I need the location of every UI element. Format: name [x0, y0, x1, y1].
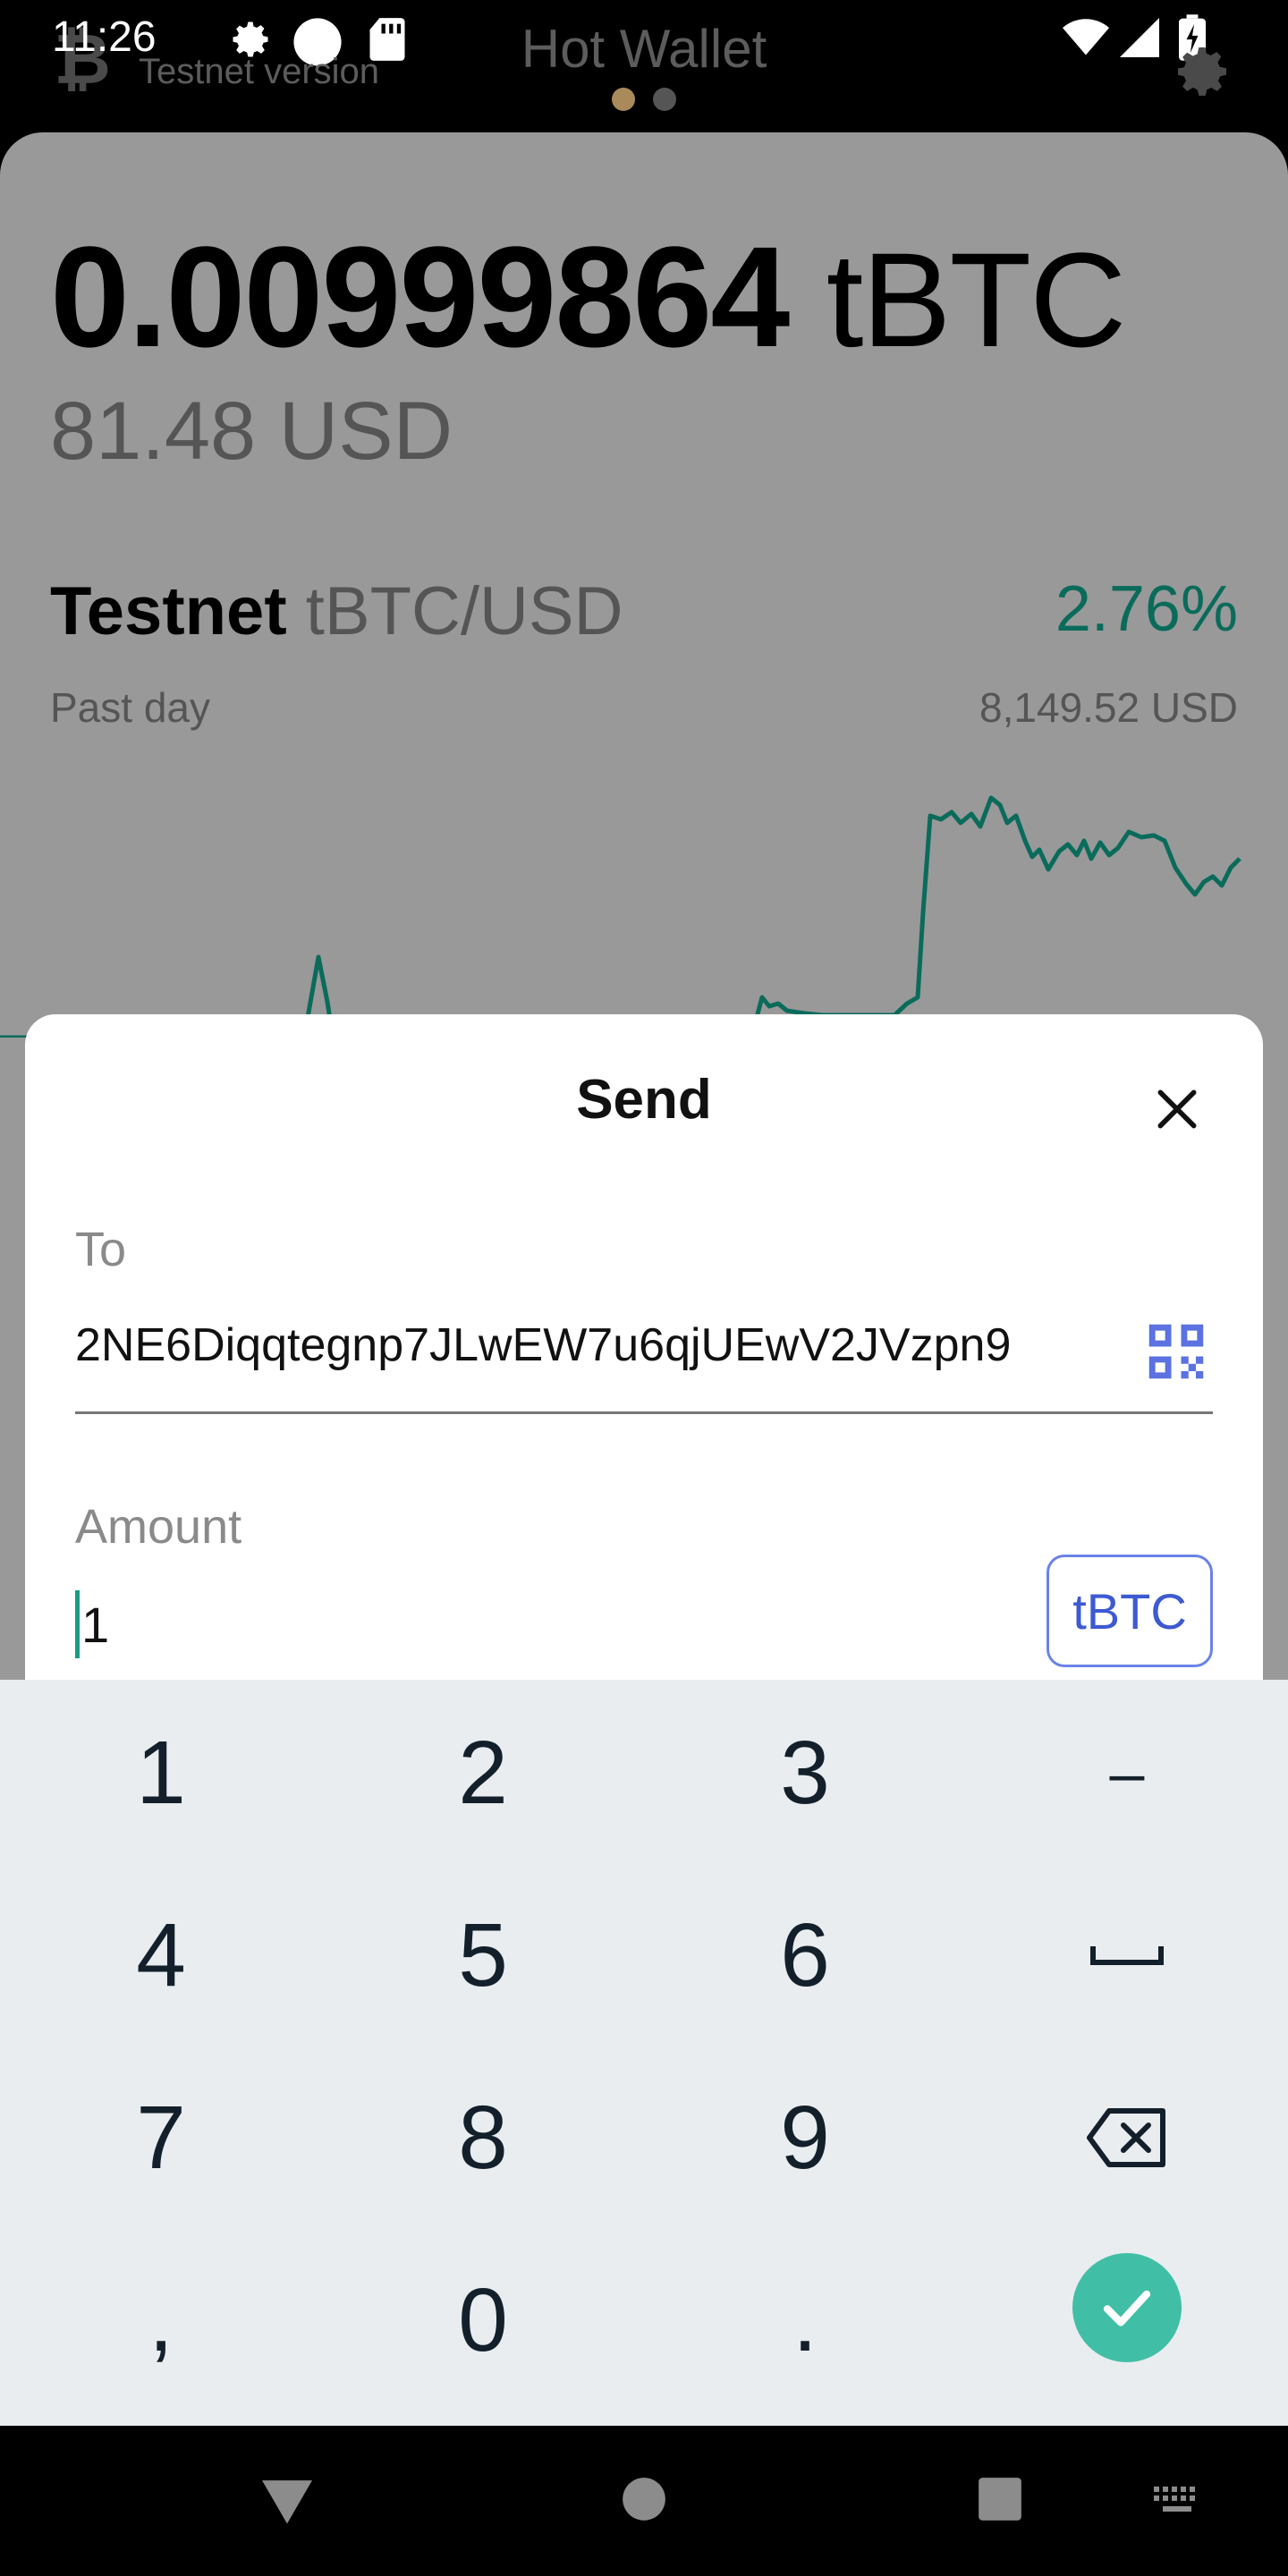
price-change: 2.76% [1055, 573, 1238, 645]
key-period[interactable]: . [644, 2229, 966, 2411]
qr-code-icon[interactable] [1147, 1322, 1206, 1381]
numeric-keyboard: 1 2 3 – 4 5 6 7 8 9 , 0 . [0, 1680, 1288, 2426]
status-bar: ₿ 11:26 Testnet version Hot Wallet [0, 0, 1288, 134]
key-8[interactable]: 8 [322, 2046, 644, 2229]
balance-amount: 0.00999864 [50, 216, 790, 377]
page-dot-active [612, 88, 635, 111]
key-space[interactable] [966, 1864, 1288, 2046]
chart-period: Past day [50, 684, 210, 731]
key-backspace[interactable] [966, 2046, 1288, 2229]
navigation-bar [0, 2426, 1288, 2576]
key-5[interactable]: 5 [322, 1864, 644, 2046]
check-icon [1103, 2290, 1151, 2326]
amount-input[interactable]: 1 [75, 1590, 109, 1658]
backspace-icon [1087, 2108, 1165, 2167]
space-icon [1090, 1946, 1164, 1965]
key-minus[interactable]: – [966, 1682, 1288, 1864]
page-indicator [612, 88, 676, 111]
back-icon[interactable] [259, 2476, 315, 2526]
to-underline [75, 1411, 1213, 1414]
text-caret [75, 1590, 80, 1658]
to-address-input[interactable]: 2NE6Diqqtegnp7JLwEW7u6qjUEwV2JVzpn9 [75, 1318, 1011, 1372]
key-6[interactable]: 6 [644, 1864, 966, 2046]
enter-circle [1072, 2253, 1182, 2362]
balance-unit: tBTC [826, 225, 1127, 375]
current-price: 8,149.52 USD [979, 684, 1238, 731]
key-9[interactable]: 9 [644, 2046, 966, 2229]
home-icon[interactable] [621, 2476, 667, 2522]
to-label: To [75, 1223, 127, 1276]
sheet-title: Send [576, 1069, 712, 1131]
close-icon[interactable] [1152, 1084, 1202, 1134]
page-dot [653, 88, 676, 111]
wifi-icon [1063, 19, 1109, 55]
price-pair: Testnet tBTC/USD [50, 572, 623, 650]
key-comma[interactable]: , [0, 2229, 322, 2411]
balance: 0.00999864 tBTC [50, 215, 1127, 379]
amount-value: 1 [81, 1596, 110, 1653]
key-1[interactable]: 1 [0, 1682, 322, 1864]
currency-unit-button[interactable]: tBTC [1046, 1555, 1213, 1667]
price-chart [0, 795, 1241, 1038]
key-enter[interactable] [966, 2216, 1288, 2399]
pair-name: tBTC/USD [305, 573, 623, 649]
key-0[interactable]: 0 [322, 2229, 644, 2411]
key-3[interactable]: 3 [644, 1682, 966, 1864]
balance-fiat: 81.48 USD [50, 386, 453, 477]
key-4[interactable]: 4 [0, 1864, 322, 2046]
amount-label: Amount [75, 1500, 242, 1554]
keyboard-icon[interactable] [1152, 2485, 1202, 2517]
network-name: Testnet [50, 573, 287, 649]
signal-icon [1120, 18, 1159, 57]
key-2[interactable]: 2 [322, 1682, 644, 1864]
key-7[interactable]: 7 [0, 2046, 322, 2229]
recents-icon[interactable] [977, 2476, 1023, 2522]
settings-gear-icon[interactable] [1170, 39, 1234, 104]
